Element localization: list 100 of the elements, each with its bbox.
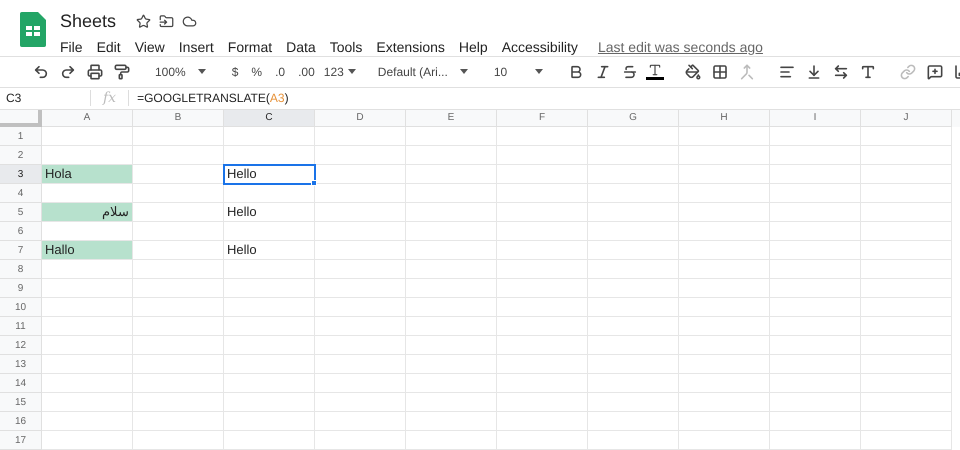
row-header[interactable]: 1 <box>0 127 42 146</box>
table-cell[interactable] <box>133 393 224 412</box>
table-cell[interactable] <box>224 317 315 336</box>
table-cell[interactable] <box>588 222 679 241</box>
table-cell[interactable] <box>588 317 679 336</box>
table-cell[interactable] <box>42 298 133 317</box>
table-cell[interactable] <box>861 412 952 431</box>
table-cell[interactable] <box>224 412 315 431</box>
row-header[interactable]: 9 <box>0 279 42 298</box>
table-cell[interactable] <box>497 165 588 184</box>
table-cell[interactable] <box>588 260 679 279</box>
table-cell[interactable] <box>133 336 224 355</box>
table-cell[interactable] <box>588 336 679 355</box>
column-header[interactable]: J <box>861 110 952 127</box>
table-cell[interactable] <box>861 431 952 450</box>
table-cell[interactable] <box>770 127 861 146</box>
table-cell[interactable] <box>224 336 315 355</box>
table-cell[interactable] <box>861 317 952 336</box>
table-cell[interactable] <box>406 241 497 260</box>
table-cell[interactable] <box>497 146 588 165</box>
table-cell[interactable] <box>406 355 497 374</box>
row-header[interactable]: 16 <box>0 412 42 431</box>
table-cell[interactable] <box>588 127 679 146</box>
table-cell[interactable] <box>497 279 588 298</box>
row-header[interactable]: 11 <box>0 317 42 336</box>
row-header[interactable]: 5 <box>0 203 42 222</box>
table-cell[interactable] <box>770 184 861 203</box>
table-cell[interactable] <box>861 279 952 298</box>
menu-item[interactable]: Accessibility <box>502 37 578 58</box>
table-cell[interactable] <box>770 146 861 165</box>
table-cell[interactable] <box>497 184 588 203</box>
table-cell[interactable] <box>224 431 315 450</box>
table-cell[interactable] <box>497 374 588 393</box>
table-cell[interactable] <box>497 222 588 241</box>
table-cell[interactable] <box>861 184 952 203</box>
table-cell[interactable] <box>679 203 770 222</box>
table-cell[interactable] <box>406 336 497 355</box>
table-cell[interactable] <box>861 393 952 412</box>
table-cell[interactable] <box>315 279 406 298</box>
table-cell[interactable] <box>315 203 406 222</box>
table-cell[interactable] <box>224 374 315 393</box>
table-cell[interactable] <box>861 374 952 393</box>
table-cell[interactable] <box>861 241 952 260</box>
table-cell[interactable] <box>679 184 770 203</box>
table-cell[interactable] <box>133 146 224 165</box>
table-cell[interactable] <box>679 393 770 412</box>
table-cell[interactable] <box>406 317 497 336</box>
table-cell[interactable] <box>588 298 679 317</box>
table-cell[interactable] <box>861 146 952 165</box>
table-cell[interactable]: Hello <box>224 165 315 184</box>
table-cell[interactable] <box>133 431 224 450</box>
table-cell[interactable] <box>588 165 679 184</box>
folder-icon[interactable] <box>159 14 174 29</box>
table-cell[interactable] <box>770 241 861 260</box>
row-header[interactable]: 8 <box>0 260 42 279</box>
table-cell[interactable] <box>497 412 588 431</box>
column-header[interactable]: F <box>497 110 588 127</box>
table-cell[interactable] <box>406 165 497 184</box>
table-cell[interactable]: Hola <box>42 165 133 184</box>
currency-format[interactable]: $ <box>228 62 242 81</box>
column-header[interactable]: C <box>224 110 315 127</box>
row-header[interactable]: 7 <box>0 241 42 260</box>
menu-item[interactable]: Format <box>228 37 272 58</box>
table-cell[interactable] <box>679 222 770 241</box>
table-cell[interactable] <box>679 298 770 317</box>
column-header[interactable]: H <box>679 110 770 127</box>
table-cell[interactable] <box>770 298 861 317</box>
table-cell[interactable] <box>133 127 224 146</box>
row-header[interactable]: 4 <box>0 184 42 203</box>
table-cell[interactable] <box>315 393 406 412</box>
table-cell[interactable] <box>679 279 770 298</box>
menu-item[interactable]: Help <box>458 37 488 58</box>
table-cell[interactable] <box>315 336 406 355</box>
menu-item[interactable]: Tools <box>330 37 362 58</box>
table-cell[interactable] <box>406 146 497 165</box>
table-cell[interactable] <box>224 298 315 317</box>
table-cell[interactable] <box>861 355 952 374</box>
menu-item[interactable]: File <box>60 37 83 58</box>
table-cell[interactable] <box>42 374 133 393</box>
increase-decimals[interactable]: .00 <box>294 62 319 81</box>
table-cell[interactable] <box>224 260 315 279</box>
table-cell[interactable] <box>588 431 679 450</box>
formula-field[interactable]: =GOOGLETRANSLATE(A3) <box>137 89 289 108</box>
table-cell[interactable] <box>133 184 224 203</box>
table-cell[interactable] <box>497 127 588 146</box>
table-cell[interactable] <box>224 393 315 412</box>
table-cell[interactable] <box>679 431 770 450</box>
table-cell[interactable] <box>497 393 588 412</box>
star-icon[interactable] <box>136 14 152 29</box>
table-cell[interactable] <box>679 127 770 146</box>
table-cell[interactable] <box>315 241 406 260</box>
name-box[interactable]: C3 <box>0 89 90 108</box>
table-cell[interactable] <box>588 355 679 374</box>
table-cell[interactable] <box>406 184 497 203</box>
table-cell[interactable] <box>42 412 133 431</box>
table-cell[interactable] <box>679 412 770 431</box>
table-cell[interactable] <box>42 355 133 374</box>
column-header[interactable]: E <box>406 110 497 127</box>
table-cell[interactable] <box>315 127 406 146</box>
column-header[interactable]: A <box>42 110 133 127</box>
